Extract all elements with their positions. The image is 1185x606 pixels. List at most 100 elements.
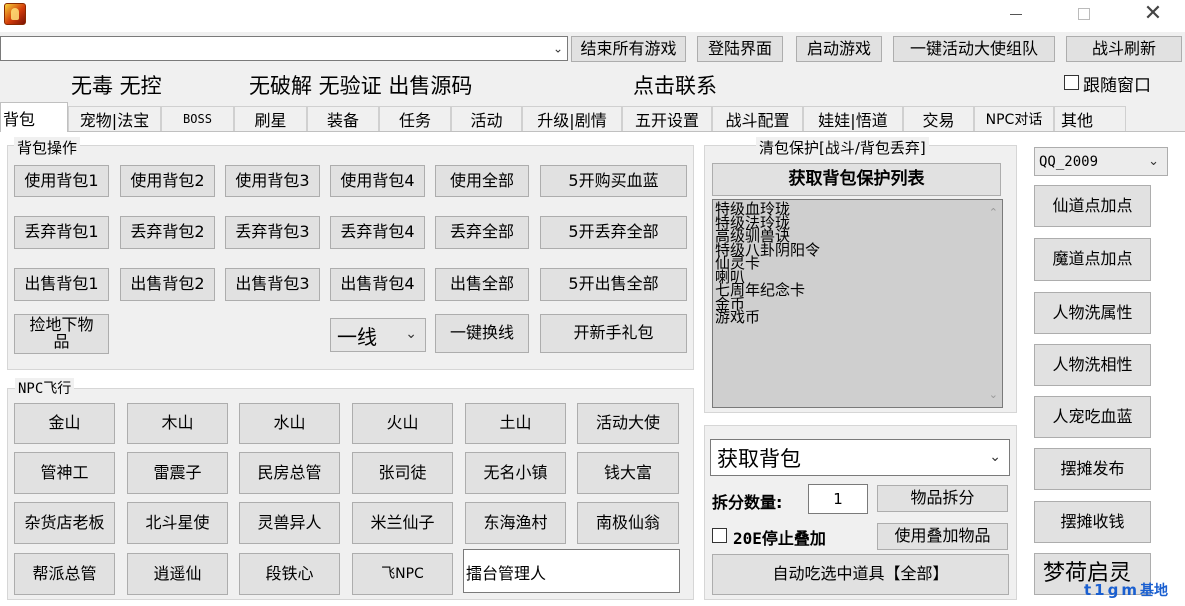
get-bag-combo[interactable]: 获取背包 ⌄ xyxy=(710,439,1010,476)
use-all-button[interactable]: 使用全部 xyxy=(435,165,529,197)
npc-qiandafu-button[interactable]: 钱大富 xyxy=(577,452,679,494)
tab-battle-config[interactable]: 战斗配置 xyxy=(712,106,803,131)
sell-bag-3-button[interactable]: 出售背包3 xyxy=(225,268,320,301)
scroll-up-icon[interactable]: ⌃ xyxy=(989,206,998,219)
npc-minfang-manager-button[interactable]: 民房总管 xyxy=(239,452,340,494)
line-select-combo[interactable]: 一线 ⌄ xyxy=(330,318,426,352)
tab-doll-enlighten[interactable]: 娃娃|悟道 xyxy=(803,106,903,131)
tab-npc-dialog[interactable]: NPC对话 xyxy=(974,106,1054,131)
drop-bag-3-button[interactable]: 丢弃背包3 xyxy=(225,216,320,249)
banner-text-no-virus: 无毒 无控 xyxy=(71,74,162,98)
npc-xiaoyaoxian-button[interactable]: 逍遥仙 xyxy=(127,553,228,595)
chevron-down-icon[interactable]: ⌄ xyxy=(405,326,417,342)
stop-stack-checkbox[interactable] xyxy=(712,528,727,543)
maximize-button[interactable] xyxy=(1062,0,1106,30)
npc-duantiexin-button[interactable]: 段铁心 xyxy=(239,553,340,595)
tab-pet-treasure[interactable]: 宠物|法宝 xyxy=(68,106,161,131)
five-open-sell-all-button[interactable]: 5开出售全部 xyxy=(540,268,687,301)
five-open-drop-all-button[interactable]: 5开丢弃全部 xyxy=(540,216,687,249)
tab-equipment[interactable]: 装备 xyxy=(307,106,379,131)
drop-bag-1-button[interactable]: 丢弃背包1 xyxy=(14,216,109,249)
get-protect-list-button[interactable]: 获取背包保护列表 xyxy=(712,163,1001,196)
fly-npc-button[interactable]: 飞NPC xyxy=(352,553,453,595)
npc-name-input[interactable]: 擂台管理人 xyxy=(463,549,680,593)
battle-refresh-button[interactable]: 战斗刷新 xyxy=(1066,36,1182,62)
mo-dao-points-button[interactable]: 魔道点加点 xyxy=(1034,238,1151,281)
use-bag-3-button[interactable]: 使用背包3 xyxy=(225,165,320,197)
end-all-games-button[interactable]: 结束所有游戏 xyxy=(571,36,686,62)
stop-stack-label[interactable]: 20E停止叠加 xyxy=(733,525,826,549)
switch-line-button[interactable]: 一键换线 xyxy=(435,314,529,353)
follow-window-label[interactable]: 跟随窗口 xyxy=(1083,71,1151,96)
sell-bag-1-button[interactable]: 出售背包1 xyxy=(14,268,109,301)
drop-bag-2-button[interactable]: 丢弃背包2 xyxy=(120,216,215,249)
scroll-down-icon[interactable]: ⌄ xyxy=(989,388,998,401)
start-game-button[interactable]: 启动游戏 xyxy=(796,36,882,62)
eat-hp-mp-button[interactable]: 人宠吃血蓝 xyxy=(1034,396,1151,438)
split-count-input[interactable]: 1 xyxy=(808,484,868,514)
drop-all-button[interactable]: 丢弃全部 xyxy=(435,216,529,249)
use-bag-2-button[interactable]: 使用背包2 xyxy=(120,165,215,197)
chevron-down-icon[interactable]: ⌄ xyxy=(989,449,1001,465)
npc-milan-fairy-button[interactable]: 米兰仙子 xyxy=(352,502,453,544)
maximize-icon xyxy=(1078,8,1090,20)
use-bag-4-button[interactable]: 使用背包4 xyxy=(330,165,425,197)
npc-beast-stranger-button[interactable]: 灵兽异人 xyxy=(239,502,340,544)
npc-mushan-button[interactable]: 木山 xyxy=(127,403,228,444)
tab-star[interactable]: 刷星 xyxy=(234,106,307,131)
stall-publish-button[interactable]: 摆摊发布 xyxy=(1034,448,1151,490)
npc-shuishan-button[interactable]: 水山 xyxy=(239,403,340,444)
npc-leizhenzi-button[interactable]: 雷震子 xyxy=(127,452,228,494)
sell-bag-4-button[interactable]: 出售背包4 xyxy=(330,268,425,301)
ambassador-team-button[interactable]: 一键活动大使组队 xyxy=(893,36,1055,62)
npc-beidou-envoy-button[interactable]: 北斗星使 xyxy=(127,502,228,544)
npc-nanji-xianweng-button[interactable]: 南极仙翁 xyxy=(577,502,679,544)
account-combo[interactable]: QQ_2009 ⌄ xyxy=(1034,147,1168,176)
contact-link[interactable]: 点击联系 xyxy=(633,70,717,100)
five-open-buy-hp-mp-button[interactable]: 5开购买血蓝 xyxy=(540,165,687,197)
npc-tushan-button[interactable]: 土山 xyxy=(465,403,566,444)
use-bag-1-button[interactable]: 使用背包1 xyxy=(14,165,109,197)
use-stack-items-button[interactable]: 使用叠加物品 xyxy=(877,523,1008,550)
npc-guild-manager-button[interactable]: 帮派总管 xyxy=(14,553,115,595)
auto-eat-items-button[interactable]: 自动吃选中道具【全部】 xyxy=(712,554,1009,595)
tab-activity[interactable]: 活动 xyxy=(451,106,522,131)
npc-donghai-village-button[interactable]: 东海渔村 xyxy=(465,502,566,544)
chevron-down-icon[interactable]: ⌄ xyxy=(553,41,563,55)
npc-jinshan-button[interactable]: 金山 xyxy=(14,403,115,444)
minimize-button[interactable] xyxy=(994,0,1038,30)
split-item-button[interactable]: 物品拆分 xyxy=(877,485,1008,512)
npc-huoshan-button[interactable]: 火山 xyxy=(352,403,453,444)
npc-zhangsitu-button[interactable]: 张司徒 xyxy=(352,452,453,494)
npc-nameless-town-button[interactable]: 无名小镇 xyxy=(465,452,566,494)
close-button[interactable]: ✕ xyxy=(1131,0,1175,30)
npc-activity-ambassador-button[interactable]: 活动大使 xyxy=(577,403,679,444)
drop-bag-4-button[interactable]: 丢弃背包4 xyxy=(330,216,425,249)
stall-collect-button[interactable]: 摆摊收钱 xyxy=(1034,501,1151,543)
tab-quest[interactable]: 任务 xyxy=(379,106,451,131)
follow-window-checkbox[interactable] xyxy=(1064,75,1079,90)
tab-boss[interactable]: BOSS xyxy=(161,106,234,131)
protect-title: 清包保护[战斗/背包丢弃] xyxy=(756,137,929,158)
tab-level-story[interactable]: 升级|剧情 xyxy=(522,106,622,131)
chevron-down-icon[interactable]: ⌄ xyxy=(1148,153,1159,168)
reset-attributes-button[interactable]: 人物洗属性 xyxy=(1034,292,1151,334)
tab-bag[interactable]: 背包 xyxy=(0,102,68,132)
npc-grocer-button[interactable]: 杂货店老板 xyxy=(14,502,115,544)
tab-five-open-settings[interactable]: 五开设置 xyxy=(622,106,712,131)
main-combo[interactable]: ⌄ xyxy=(0,36,568,61)
protect-list[interactable]: 特级血玲珑 特级法玲珑 高级驯兽诀 特级八卦阴阳令 仙灵卡 喇叭 七周年纪念卡 … xyxy=(712,199,1003,408)
npc-guanshengong-button[interactable]: 管神工 xyxy=(14,452,115,494)
list-item[interactable]: 七周年纪念卡 xyxy=(713,283,1002,298)
list-item[interactable]: 游戏币 xyxy=(713,310,1002,325)
login-screen-button[interactable]: 登陆界面 xyxy=(697,36,783,62)
list-item[interactable]: 仙灵卡 xyxy=(713,256,1002,271)
open-gift-pack-button[interactable]: 开新手礼包 xyxy=(540,314,687,353)
tab-other[interactable]: 其他 xyxy=(1054,106,1126,131)
xian-dao-points-button[interactable]: 仙道点加点 xyxy=(1034,185,1151,227)
sell-all-button[interactable]: 出售全部 xyxy=(435,268,529,301)
reset-phase-button[interactable]: 人物洗相性 xyxy=(1034,344,1151,386)
tab-trade[interactable]: 交易 xyxy=(903,106,974,131)
pick-up-items-button[interactable]: 捡地下物品 xyxy=(14,314,109,354)
sell-bag-2-button[interactable]: 出售背包2 xyxy=(120,268,215,301)
